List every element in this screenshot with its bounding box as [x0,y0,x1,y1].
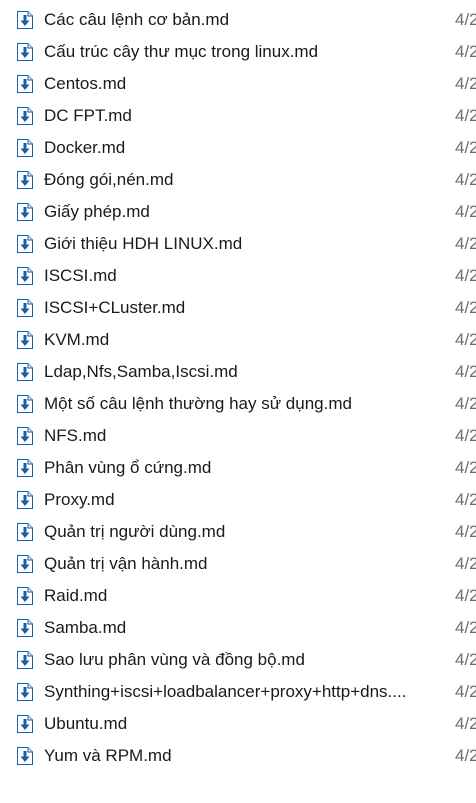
file-row[interactable]: DC FPT.md 4/2 [0,100,476,132]
file-row[interactable]: Các câu lệnh cơ bản.md 4/2 [0,4,476,36]
markdown-file-icon [17,747,33,765]
file-row[interactable]: Synthing+iscsi+loadbalancer+proxy+http+d… [0,676,476,708]
file-row[interactable]: ISCSI+CLuster.md 4/2 [0,292,476,324]
file-date: 4/2 [455,586,476,605]
markdown-file-icon [17,171,33,189]
markdown-file-icon [17,427,33,445]
file-date: 4/2 [455,10,476,29]
file-row[interactable]: Giới thiệu HDH LINUX.md 4/2 [0,228,476,260]
markdown-file-icon [17,203,33,221]
file-row[interactable]: Centos.md 4/2 [0,68,476,100]
file-name: Các câu lệnh cơ bản.md [44,10,230,29]
file-row[interactable]: Ldap,Nfs,Samba,Iscsi.md 4/2 [0,356,476,388]
file-name: Phân vùng ổ cứng.md [44,458,212,477]
file-name: DC FPT.md [44,106,132,125]
file-row[interactable]: Giấy phép.md 4/2 [0,196,476,228]
file-date: 4/2 [455,682,476,701]
file-date: 4/2 [455,106,476,125]
markdown-file-icon [17,43,33,61]
file-name: ISCSI+CLuster.md [44,298,186,317]
file-row[interactable]: ISCSI.md 4/2 [0,260,476,292]
file-name: Docker.md [44,138,126,157]
markdown-file-icon [17,651,33,669]
markdown-file-icon [17,683,33,701]
markdown-file-icon [17,235,33,253]
file-date: 4/2 [455,74,476,93]
markdown-file-icon [17,395,33,413]
file-row[interactable]: Yum và RPM.md 4/2 [0,740,476,772]
file-date: 4/2 [455,394,476,413]
file-date: 4/2 [455,266,476,285]
file-name: Quản trị người dùng.md [44,522,226,541]
file-date: 4/2 [455,42,476,61]
file-date: 4/2 [455,746,476,765]
file-name: Sao lưu phân vùng và đồng bộ.md [44,650,305,669]
file-row[interactable]: Phân vùng ổ cứng.md 4/2 [0,452,476,484]
file-date: 4/2 [455,234,476,253]
file-row[interactable]: Docker.md 4/2 [0,132,476,164]
markdown-file-icon [17,459,33,477]
file-date: 4/2 [455,458,476,477]
markdown-file-icon [17,523,33,541]
file-name: Centos.md [44,74,127,93]
markdown-file-icon [17,491,33,509]
file-row[interactable]: Đóng gói,nén.md 4/2 [0,164,476,196]
file-date: 4/2 [455,426,476,445]
file-name: Ldap,Nfs,Samba,Iscsi.md [44,362,238,381]
file-date: 4/2 [455,618,476,637]
file-name: NFS.md [44,426,107,445]
file-date: 4/2 [455,554,476,573]
file-name: Quản trị vận hành.md [44,554,208,573]
file-row[interactable]: Samba.md 4/2 [0,612,476,644]
file-date: 4/2 [455,490,476,509]
markdown-file-icon [17,587,33,605]
file-name: Một số câu lệnh thường hay sử dụng.md [44,394,352,413]
file-date: 4/2 [455,202,476,221]
markdown-file-icon [17,267,33,285]
file-name: Yum và RPM.md [44,746,172,765]
file-name: Raid.md [44,586,108,605]
markdown-file-icon [17,11,33,29]
file-date: 4/2 [455,298,476,317]
file-date: 4/2 [455,330,476,349]
file-row[interactable]: Cấu trúc cây thư mục trong linux.md 4/2 [0,36,476,68]
markdown-file-icon [17,75,33,93]
file-date: 4/2 [455,650,476,669]
file-date: 4/2 [455,138,476,157]
markdown-file-icon [17,331,33,349]
markdown-file-icon [17,619,33,637]
file-name: Giấy phép.md [44,202,150,221]
file-row[interactable]: NFS.md 4/2 [0,420,476,452]
markdown-file-icon [17,715,33,733]
markdown-file-icon [17,363,33,381]
file-date: 4/2 [455,170,476,189]
file-name: ISCSI.md [44,266,117,285]
markdown-file-icon [17,139,33,157]
file-name: Synthing+iscsi+loadbalancer+proxy+http+d… [44,682,407,701]
file-list: Các câu lệnh cơ bản.md 4/2 Cấu trúc cây … [0,4,476,772]
file-name: Ubuntu.md [44,714,128,733]
file-name: KVM.md [44,330,110,349]
file-row[interactable]: Quản trị người dùng.md 4/2 [0,516,476,548]
file-row[interactable]: Sao lưu phân vùng và đồng bộ.md 4/2 [0,644,476,676]
markdown-file-icon [17,107,33,125]
markdown-file-icon [17,299,33,317]
markdown-file-icon [17,555,33,573]
file-row[interactable]: Ubuntu.md 4/2 [0,708,476,740]
file-name: Cấu trúc cây thư mục trong linux.md [44,42,319,61]
file-name: Samba.md [44,618,127,637]
file-date: 4/2 [455,714,476,733]
file-row[interactable]: Raid.md 4/2 [0,580,476,612]
file-name: Đóng gói,nén.md [44,170,174,189]
file-name: Giới thiệu HDH LINUX.md [44,234,243,253]
file-row[interactable]: Quản trị vận hành.md 4/2 [0,548,476,580]
file-row[interactable]: Một số câu lệnh thường hay sử dụng.md 4/… [0,388,476,420]
file-date: 4/2 [455,522,476,541]
file-row[interactable]: KVM.md 4/2 [0,324,476,356]
file-name: Proxy.md [44,490,115,509]
file-row[interactable]: Proxy.md 4/2 [0,484,476,516]
file-date: 4/2 [455,362,476,381]
